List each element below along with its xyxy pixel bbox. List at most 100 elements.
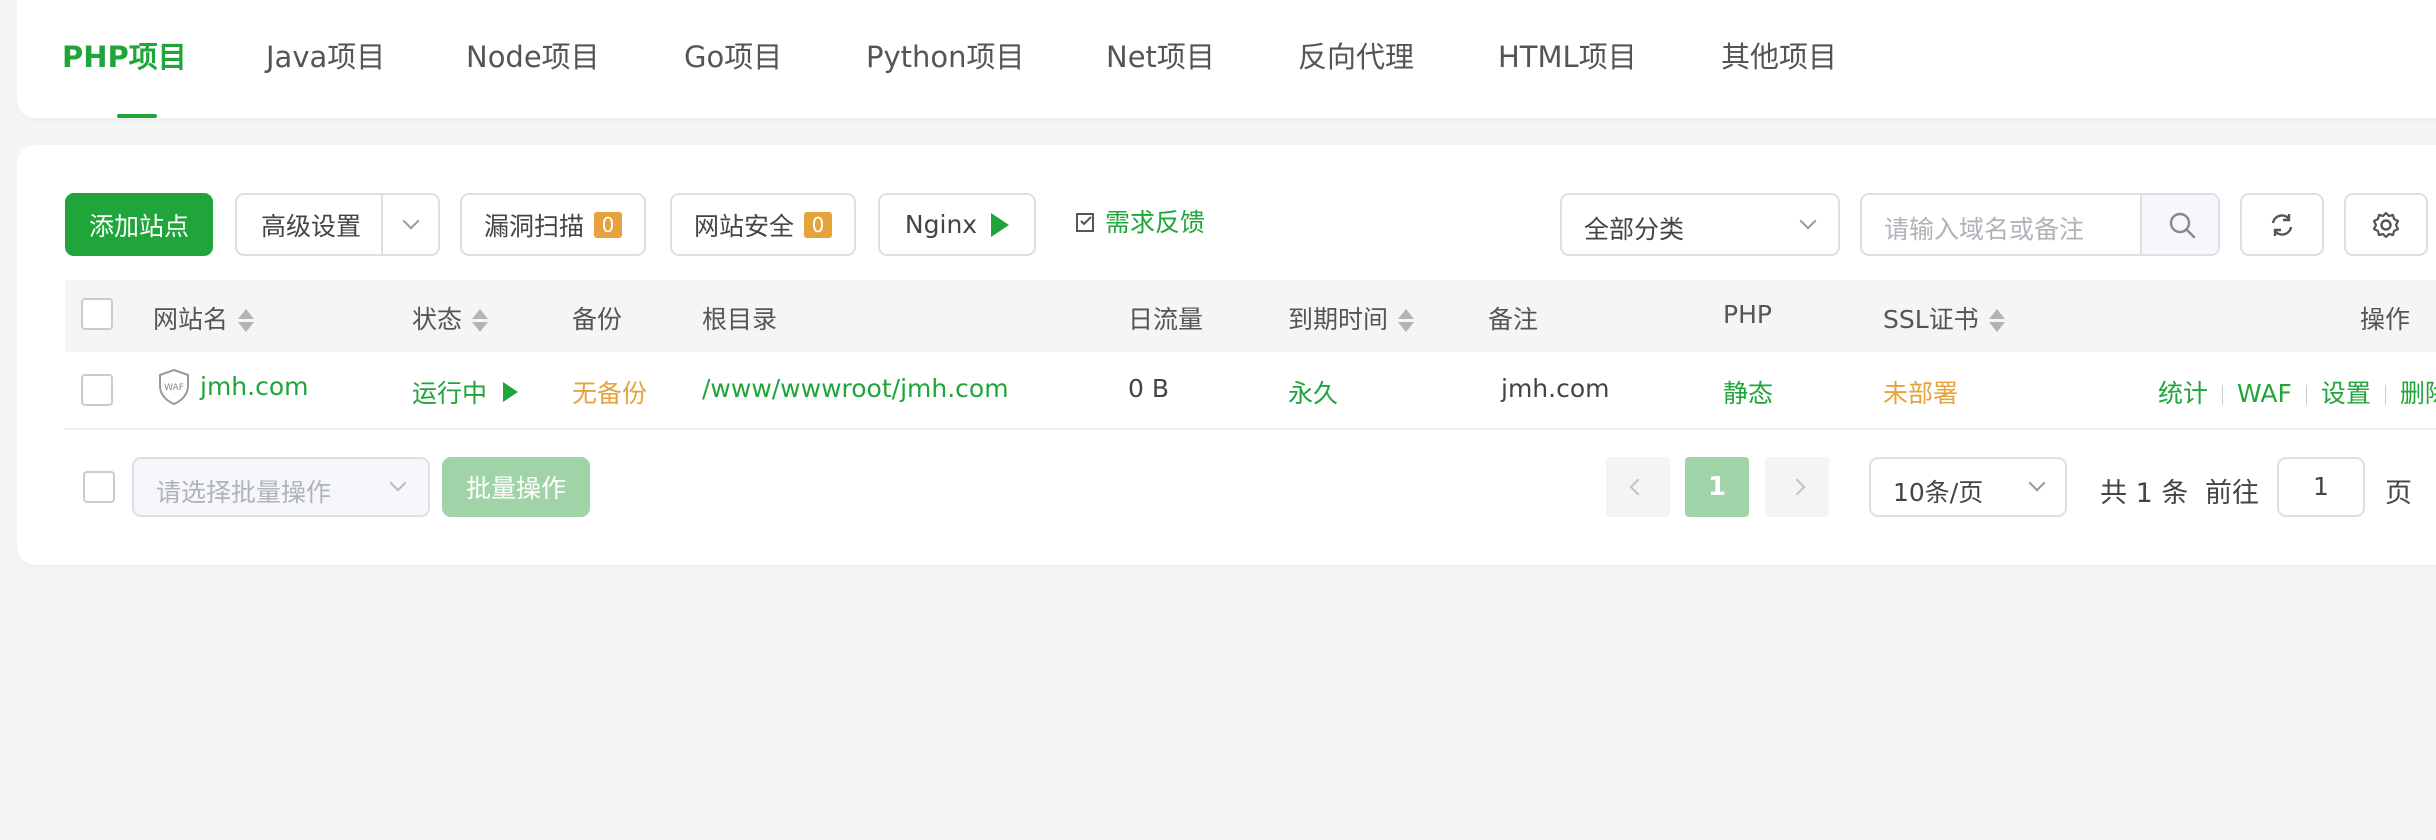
tab-go[interactable]: Go项目 [684,32,782,82]
category-value: 全部分类 [1584,215,1685,244]
total-count: 共 1 条 [2100,478,2189,509]
gear-icon [2372,211,2400,238]
page-number-button[interactable]: 1 [1685,457,1749,517]
tab-node[interactable]: Node项目 [466,32,600,82]
sort-icon[interactable] [472,307,489,335]
nginx-label: Nginx [904,210,978,239]
add-site-button[interactable]: 添加站点 [65,193,213,256]
split-divider [381,195,383,254]
vuln-scan-label: 漏洞扫描 [483,211,584,241]
waf-icon-text: WAF [164,383,184,393]
search-button[interactable] [2140,195,2218,254]
batch-action-button[interactable]: 批量操作 [442,457,590,517]
refresh-icon [2271,213,2293,236]
col-site-name[interactable]: 网站名 [153,300,255,336]
settings-link[interactable]: 设置 [2321,379,2371,408]
goto-page-value: 1 [2313,472,2329,501]
root-dir-link[interactable]: /www/wwwroot/jmh.com [702,374,1009,403]
col-php: PHP [1723,300,1772,329]
active-tab-indicator [117,114,157,118]
tab-html[interactable]: HTML项目 [1498,32,1637,82]
traffic-value: 0 B [1128,374,1170,403]
settings-button[interactable] [2344,193,2428,256]
footer-select-all-checkbox[interactable] [83,471,115,503]
goto-page-input[interactable]: 1 [2277,457,2365,517]
delete-link[interactable]: 删除 [2400,379,2436,408]
chevron-down-icon [389,474,407,492]
col-ops: 操作 [2360,305,2411,334]
stats-link[interactable]: 统计 [2158,379,2208,408]
table-header: 网站名 状态 备份 根目录 日流量 到期时间 备注 PHP SSL证书 操作 [65,280,2436,352]
chevron-down-icon [2028,474,2046,492]
col-expire[interactable]: 到期时间 [1288,300,1415,336]
prev-page-button[interactable] [1606,457,1670,517]
site-name-link[interactable]: jmh.com [200,372,308,401]
site-security-label: 网站安全 [693,211,794,241]
ssl-link[interactable]: 未部署 [1883,374,1958,410]
waf-link[interactable]: WAF [2237,379,2292,408]
backup-link[interactable]: 无备份 [572,374,647,410]
table-row: WAF jmh.com 运行中 无备份 /www/wwwroot/jmh.com… [65,352,2436,430]
search-input[interactable]: 请输入域名或备注 [1884,210,2084,246]
sort-icon[interactable] [1988,307,2005,335]
php-version-link[interactable]: 静态 [1723,374,1773,410]
next-page-button[interactable] [1765,457,1829,517]
site-security-button[interactable]: 网站安全 0 [670,193,856,256]
col-status-label: 状态 [412,305,463,334]
separator [2305,385,2307,405]
goto-label: 前往 [2205,478,2259,509]
chevron-left-icon [1629,478,1647,496]
status-label: 运行中 [412,379,488,408]
row-actions: 统计 WAF 设置删除 [2158,374,2436,410]
search-icon [2169,212,2196,239]
tab-reverse-proxy[interactable]: 反向代理 [1298,32,1414,82]
col-expire-label: 到期时间 [1288,305,1389,334]
feedback-label: 需求反馈 [1104,208,1205,237]
remark-field[interactable]: jmh.com [1501,374,1609,403]
col-site-name-label: 网站名 [153,305,229,334]
separator [2384,385,2386,405]
advanced-settings-split-button: 高级设置 [235,193,440,256]
row-checkbox[interactable] [81,374,113,406]
site-list-card: 添加站点 高级设置 漏洞扫描 0 网站安全 0 Nginx 需求反馈 全部分类 … [17,145,2436,565]
col-traffic: 日流量 [1128,305,1204,334]
waf-shield-icon[interactable]: WAF [157,368,191,406]
project-tabs-bar: PHP项目 Java项目 Node项目 Go项目 Python项目 Net项目 … [17,0,2436,118]
col-status[interactable]: 状态 [412,300,489,336]
tab-java[interactable]: Java项目 [266,32,385,82]
page-size-value: 10条/页 [1893,478,1984,507]
batch-action-select[interactable]: 请选择批量操作 [132,457,430,517]
vuln-count-badge: 0 [594,211,622,238]
refresh-button[interactable] [2240,193,2324,256]
tab-php[interactable]: PHP项目 [62,32,187,82]
advanced-settings-button[interactable]: 高级设置 [261,207,361,243]
expire-link[interactable]: 永久 [1288,374,1338,410]
tab-python[interactable]: Python项目 [866,32,1025,82]
chevron-down-icon[interactable] [402,212,420,230]
play-icon [991,212,1010,237]
col-ssl[interactable]: SSL证书 [1883,300,2005,336]
col-root: 根目录 [702,305,778,334]
edit-icon [1076,213,1094,232]
sort-icon[interactable] [1398,307,1415,335]
category-select[interactable]: 全部分类 [1560,193,1840,256]
page-size-select[interactable]: 10条/页 [1869,457,2067,517]
tab-net[interactable]: Net项目 [1106,32,1215,82]
col-backup: 备份 [572,305,623,334]
status-toggle[interactable]: 运行中 [412,374,518,410]
feedback-link[interactable]: 需求反馈 [1075,208,1205,238]
vuln-scan-button[interactable]: 漏洞扫描 0 [460,193,646,256]
separator [2222,385,2224,405]
tab-other[interactable]: 其他项目 [1721,32,1837,82]
search-box: 请输入域名或备注 [1860,193,2220,256]
sort-icon[interactable] [238,307,255,335]
batch-action-placeholder: 请选择批量操作 [156,478,332,507]
col-ssl-label: SSL证书 [1883,305,1979,334]
chevron-down-icon [1799,212,1817,230]
page-suffix: 页 [2385,478,2412,509]
nginx-button[interactable]: Nginx [878,193,1036,256]
security-count-badge: 0 [804,211,832,238]
chevron-right-icon [1788,478,1806,496]
select-all-checkbox[interactable] [81,298,113,330]
col-remark: 备注 [1488,305,1539,334]
